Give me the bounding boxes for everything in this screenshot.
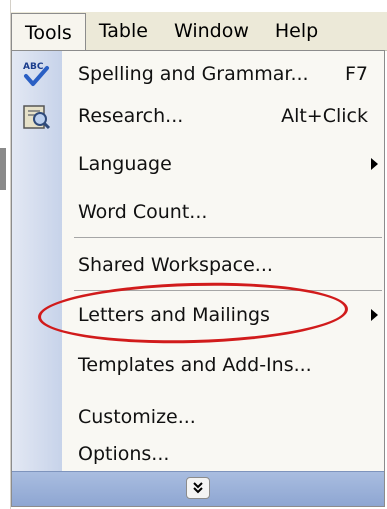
menu-expand-bar[interactable] xyxy=(12,471,384,506)
menu-item-language[interactable]: Language xyxy=(12,143,384,185)
menu-item-options[interactable]: Options... xyxy=(12,433,384,475)
menu-bar: Tools Table Window Help xyxy=(11,12,387,51)
menu-item-shortcut: Alt+Click xyxy=(281,105,368,127)
research-book-icon xyxy=(23,105,51,130)
menu-item-label: Shared Workspace... xyxy=(78,254,273,276)
menu-separator xyxy=(74,290,382,291)
window-edge xyxy=(0,0,11,509)
menu-item-label: Spelling and Grammar... xyxy=(78,63,309,85)
menu-item-label: Word Count... xyxy=(78,201,208,223)
tools-dropdown-menu: ABC Spelling and Grammar... F7 Research.… xyxy=(11,50,385,507)
menu-item-shared-workspace[interactable]: Shared Workspace... xyxy=(12,244,384,286)
menu-table[interactable]: Table xyxy=(86,13,161,49)
menu-item-research[interactable]: Research... Alt+Click xyxy=(12,95,384,137)
svg-text:ABC: ABC xyxy=(23,62,44,72)
expand-menu-button[interactable] xyxy=(186,477,210,499)
menu-help-label: Help xyxy=(274,20,319,42)
spelling-abc-check-icon: ABC xyxy=(23,62,49,86)
submenu-arrow-icon xyxy=(371,158,378,170)
double-chevron-down-icon xyxy=(193,482,203,494)
menu-item-label: Language xyxy=(78,153,172,175)
menu-item-label: Options... xyxy=(78,443,170,465)
menu-separator xyxy=(74,237,382,238)
screenshot: Tools Table Window Help ABC Spelling and… xyxy=(0,0,387,509)
menu-item-label: Letters and Mailings xyxy=(78,304,270,326)
menu-window-label: Window xyxy=(173,20,249,42)
menu-table-label: Table xyxy=(98,20,148,42)
menu-item-spelling-and-grammar[interactable]: ABC Spelling and Grammar... F7 xyxy=(12,53,384,95)
menu-item-label: Customize... xyxy=(78,406,196,428)
menu-item-customize[interactable]: Customize... xyxy=(12,396,384,438)
submenu-arrow-icon xyxy=(371,309,378,321)
menu-item-templates-and-add-ins[interactable]: Templates and Add-Ins... xyxy=(12,344,384,386)
menu-item-shortcut: F7 xyxy=(344,63,368,85)
menu-tools[interactable]: Tools xyxy=(11,13,86,51)
menu-tools-label: Tools xyxy=(25,21,72,44)
menu-help[interactable]: Help xyxy=(262,13,331,49)
window-edge-strip xyxy=(0,148,6,190)
menu-item-label: Research... xyxy=(78,105,184,127)
menu-item-word-count[interactable]: Word Count... xyxy=(12,191,384,233)
menu-window[interactable]: Window xyxy=(161,13,262,49)
menu-item-label: Templates and Add-Ins... xyxy=(78,354,312,376)
menu-item-letters-and-mailings[interactable]: Letters and Mailings xyxy=(12,294,384,336)
